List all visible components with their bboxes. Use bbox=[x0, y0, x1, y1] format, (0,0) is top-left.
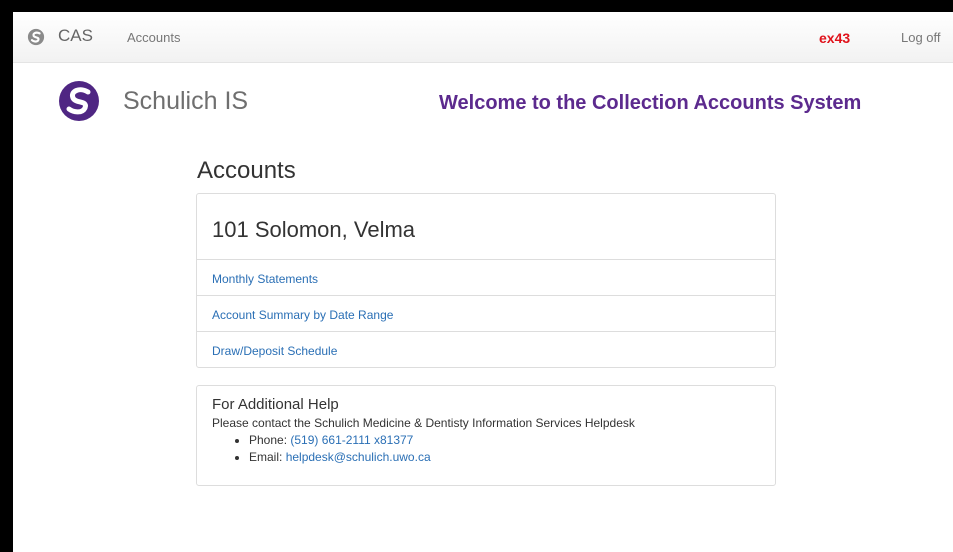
help-email-label: Email: bbox=[249, 450, 286, 464]
header-brand: Schulich IS bbox=[123, 87, 249, 115]
nav-brand-link[interactable]: CAS bbox=[58, 26, 93, 46]
page-title: Accounts bbox=[197, 157, 296, 184]
help-contact-list: Phone: (519) 661-2111 x81377 Email: help… bbox=[212, 432, 760, 466]
help-panel: For Additional Help Please contact the S… bbox=[196, 385, 776, 486]
help-phone-item: Phone: (519) 661-2111 x81377 bbox=[249, 432, 760, 449]
current-user-label[interactable]: ex43 bbox=[819, 30, 850, 46]
help-text: Please contact the Schulich Medicine & D… bbox=[212, 416, 635, 430]
help-title: For Additional Help bbox=[212, 396, 339, 413]
logoff-link[interactable]: Log off bbox=[901, 30, 941, 45]
schulich-logo-icon[interactable] bbox=[27, 28, 45, 46]
account-name: 101 Solomon, Velma bbox=[197, 194, 775, 260]
schulich-logo-large-icon bbox=[59, 81, 99, 121]
browser-page: CAS Accounts ex43 Log off Schulich IS We… bbox=[13, 12, 953, 552]
monthly-statements-link[interactable]: Monthly Statements bbox=[197, 260, 775, 296]
nav-accounts-link[interactable]: Accounts bbox=[127, 30, 180, 45]
help-phone-label: Phone: bbox=[249, 433, 291, 447]
account-summary-link[interactable]: Account Summary by Date Range bbox=[197, 296, 775, 332]
welcome-heading: Welcome to the Collection Accounts Syste… bbox=[439, 92, 862, 114]
account-panel: 101 Solomon, Velma Monthly Statements Ac… bbox=[196, 193, 776, 368]
help-email-link[interactable]: helpdesk@schulich.uwo.ca bbox=[286, 450, 431, 464]
top-navbar: CAS Accounts ex43 Log off bbox=[13, 12, 953, 63]
help-phone-link[interactable]: (519) 661-2111 x81377 bbox=[290, 433, 413, 447]
help-email-item: Email: helpdesk@schulich.uwo.ca bbox=[249, 449, 760, 466]
draw-deposit-schedule-link[interactable]: Draw/Deposit Schedule bbox=[197, 332, 775, 368]
